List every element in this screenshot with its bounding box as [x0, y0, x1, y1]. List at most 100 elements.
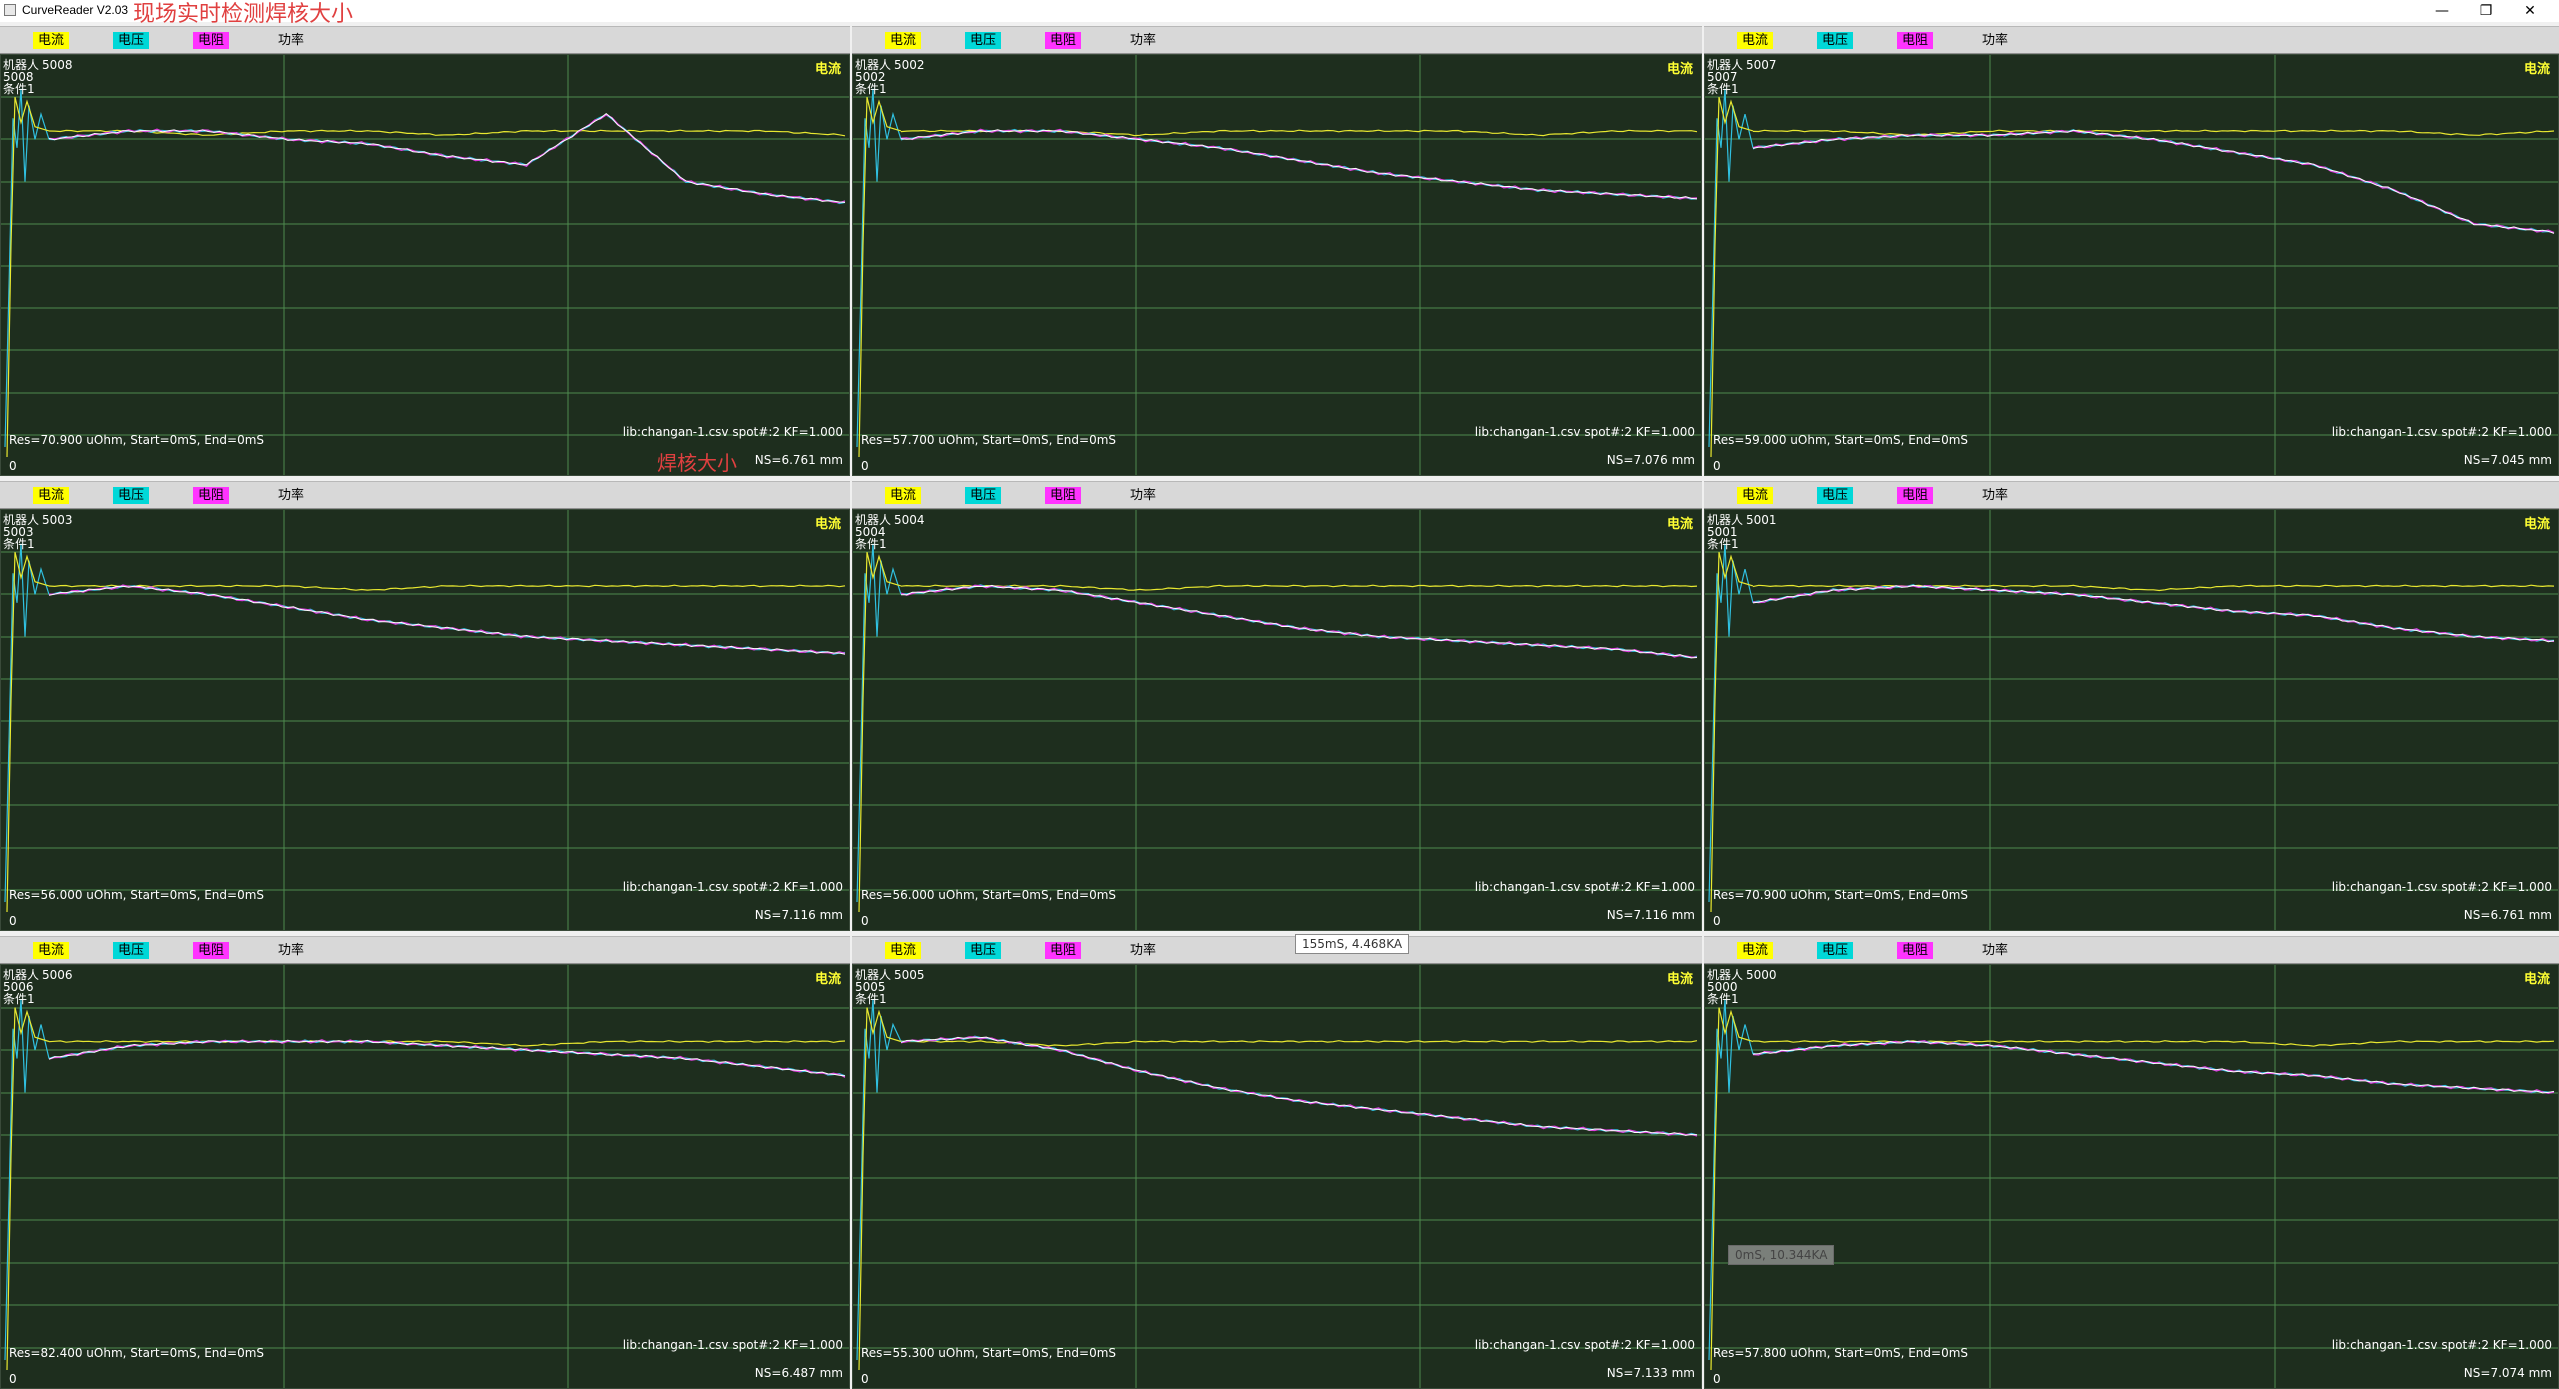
legend-item-0[interactable]: 电流: [33, 487, 70, 504]
machine-label: 机器人 5001 5001 条件1: [1707, 514, 1777, 550]
legend-item-3[interactable]: 功率: [1125, 942, 1161, 959]
maximize-button[interactable]: ❐: [2464, 0, 2508, 22]
legend-item-0[interactable]: 电流: [1737, 487, 1774, 504]
nugget-size-annotation: 焊核大小: [657, 451, 737, 475]
panel-legend-bar: 电流 电压 电阻 功率: [852, 936, 1702, 964]
legend-item-3[interactable]: 功率: [1977, 942, 2013, 959]
startup-transient-yellow: [1710, 1007, 1754, 1371]
startup-transient-cyan: [1708, 998, 1754, 1361]
legend-item-2[interactable]: 电阻: [1897, 942, 1934, 959]
channel-label: 电流: [1666, 517, 1693, 532]
plot-area[interactable]: 机器人 5005 5005 条件1 电流 Res=55.300 uOhm, Start=0…: [852, 964, 1702, 1389]
legend-item-2[interactable]: 电阻: [193, 942, 230, 959]
legend-item-3[interactable]: 功率: [1977, 487, 2013, 504]
legend-item-1[interactable]: 电压: [1817, 942, 1854, 959]
legend-item-3[interactable]: 功率: [273, 32, 309, 49]
minimize-button[interactable]: —: [2420, 0, 2464, 22]
machine-label: 机器人 5000 5000 条件1: [1707, 969, 1777, 1005]
plot-area[interactable]: 机器人 5000 5000 条件1 电流 Res=57.800 uOhm, Start=0…: [1704, 964, 2559, 1389]
resistance-readout: Res=59.000 uOhm, Start=0mS, End=0mS: [1713, 433, 1969, 447]
hover-tooltip-secondary: 0mS, 10.344KA: [1728, 1245, 1835, 1265]
series-current-line: [1752, 129, 2555, 137]
machine-id: 5000: [1746, 968, 1777, 982]
series-resistance-white: [48, 585, 846, 655]
machine-id: 5006: [42, 968, 73, 982]
machine-id: 5003: [42, 513, 73, 527]
panel-legend-bar: 电流 电压 电阻 功率: [1704, 26, 2559, 54]
legend-item-1[interactable]: 电压: [113, 942, 150, 959]
legend-item-2[interactable]: 电阻: [1045, 942, 1082, 959]
zero-label: 0: [9, 914, 17, 928]
panel-legend-bar: 电流 电压 电阻 功率: [1704, 481, 2559, 509]
panel-legend-bar: 电流 电压 电阻 功率: [852, 481, 1702, 509]
series-resistance-cyan: [48, 585, 846, 655]
plot-area[interactable]: 机器人 5008 5008 条件1 电流 Res=70.900 uOhm, Start=0…: [0, 54, 850, 476]
legend-item-2[interactable]: 电阻: [1897, 32, 1934, 49]
condition-label: 条件1: [1707, 992, 1739, 1006]
legend-item-1[interactable]: 电压: [113, 32, 150, 49]
legend-item-1[interactable]: 电压: [965, 487, 1002, 504]
legend-item-0[interactable]: 电流: [885, 942, 922, 959]
plot-area[interactable]: 机器人 5006 5006 条件1 电流 Res=82.400 uOhm, Start=0…: [0, 964, 850, 1389]
startup-transient-yellow: [6, 1007, 50, 1371]
plot-area[interactable]: 机器人 5003 5003 条件1 电流 Res=56.000 uOhm, Start=0…: [0, 509, 850, 931]
legend-item-2[interactable]: 电阻: [193, 487, 230, 504]
legend-item-1[interactable]: 电压: [965, 942, 1002, 959]
plot-area[interactable]: 机器人 5007 5007 条件1 电流 Res=59.000 uOhm, Start=0…: [1704, 54, 2559, 476]
zero-label: 0: [1713, 1372, 1721, 1386]
legend-item-1[interactable]: 电压: [1817, 487, 1854, 504]
legend-item-1[interactable]: 电压: [965, 32, 1002, 49]
machine-label: 机器人 5003 5003 条件1: [3, 514, 73, 550]
startup-transient-yellow: [1710, 552, 1754, 913]
legend-item-3[interactable]: 功率: [1125, 32, 1161, 49]
legend-item-2[interactable]: 电阻: [1045, 487, 1082, 504]
nugget-size-readout: NS=7.133 mm: [1606, 1366, 1695, 1380]
channel-label: 电流: [2523, 517, 2550, 532]
plot-area[interactable]: 机器人 5002 5002 条件1 电流 Res=57.700 uOhm, Start=0…: [852, 54, 1702, 476]
legend-item-0[interactable]: 电流: [885, 32, 922, 49]
legend-item-2[interactable]: 电阻: [1897, 487, 1934, 504]
channel-label: 电流: [2523, 972, 2550, 987]
legend-item-0[interactable]: 电流: [33, 32, 70, 49]
legend-item-3[interactable]: 功率: [1977, 32, 2013, 49]
legend-item-3[interactable]: 功率: [1125, 487, 1161, 504]
resistance-readout: Res=55.300 uOhm, Start=0mS, End=0mS: [861, 1346, 1117, 1360]
nugget-size-readout: NS=6.761 mm: [2463, 908, 2552, 922]
machine-id: 5004: [894, 513, 925, 527]
chart-panel-5005: 电流 电压 电阻 功率 机器人 5005 5005 条件1 电流 Res=55.300 uOhm,…: [852, 936, 1702, 1389]
series-resistance-white: [901, 584, 1698, 659]
legend-item-3[interactable]: 功率: [273, 942, 309, 959]
chart-panel-5003: 电流 电压 电阻 功率机器人 5003 5003 条件1 电流 Res=56.000 uOhm,…: [0, 481, 850, 931]
startup-transient-yellow: [6, 552, 50, 913]
plot-area[interactable]: 机器人 5001 5001 条件1 电流 Res=70.900 uOhm, Start=0…: [1704, 509, 2559, 931]
startup-transient-yellow: [858, 97, 902, 458]
condition-label: 条件1: [3, 82, 35, 96]
series-resistance-white: [1752, 1040, 2555, 1094]
plot-area[interactable]: 机器人 5004 5004 条件1 电流 Res=56.000 uOhm, Start=0…: [852, 509, 1702, 931]
legend-item-1[interactable]: 电压: [1817, 32, 1854, 49]
machine-label: 机器人 5005 5005 条件1: [855, 969, 925, 1005]
chart-panel-5008: 电流 电压 电阻 功率机器人 5008 5008 条件1 电流 Res=70.900 uOhm,…: [0, 26, 850, 476]
legend-item-0[interactable]: 电流: [885, 487, 922, 504]
overlay-title: 现场实时检测焊核大小: [133, 2, 354, 27]
zero-label: 0: [861, 914, 869, 928]
panel-legend-bar: 电流 电压 电阻 功率: [852, 26, 1702, 54]
plot-svg: [1, 965, 849, 1388]
legend-item-0[interactable]: 电流: [1737, 942, 1774, 959]
close-button[interactable]: ✕: [2508, 0, 2552, 22]
library-readout: lib:changan-1.csv spot#:2 KF=1.000: [622, 425, 843, 439]
zero-label: 0: [861, 1372, 869, 1386]
legend-item-3[interactable]: 功率: [273, 487, 309, 504]
legend-item-2[interactable]: 电阻: [1045, 32, 1082, 49]
nugget-size-readout: NS=7.045 mm: [2463, 453, 2552, 467]
legend-item-0[interactable]: 电流: [33, 942, 70, 959]
legend-item-1[interactable]: 电压: [113, 487, 150, 504]
legend-item-0[interactable]: 电流: [1737, 32, 1774, 49]
series-resistance-magenta: [900, 1036, 1698, 1137]
condition-label: 条件1: [855, 992, 887, 1006]
nugget-size-readout: NS=7.116 mm: [1606, 908, 1695, 922]
nugget-size-readout: NS=6.761 mm: [754, 453, 843, 467]
zero-label: 0: [9, 459, 17, 473]
condition-label: 条件1: [1707, 82, 1739, 96]
legend-item-2[interactable]: 电阻: [193, 32, 230, 49]
